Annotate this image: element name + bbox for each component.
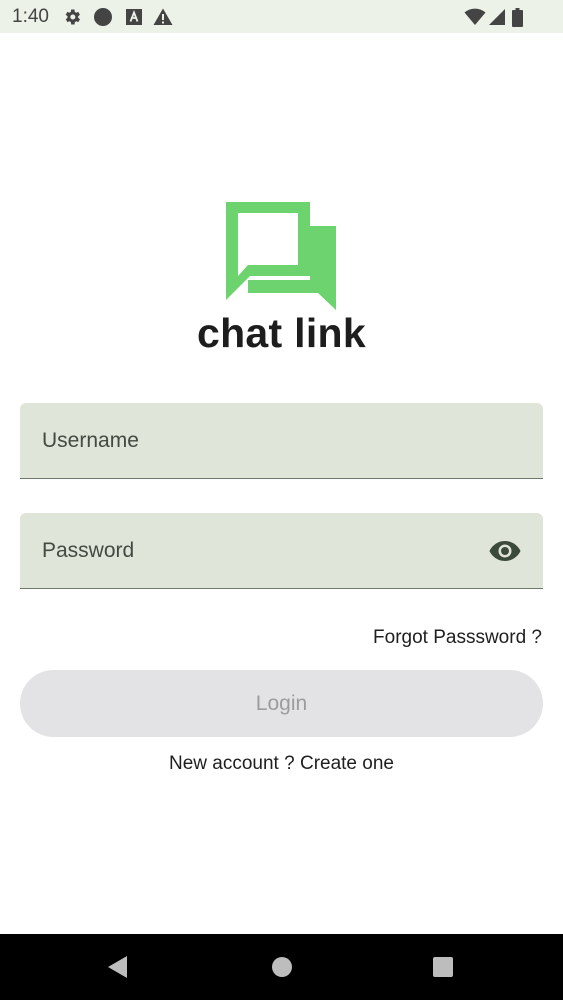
status-time: 1:40 — [12, 6, 49, 27]
battery-icon — [510, 7, 524, 27]
font-a-icon — [124, 7, 144, 27]
signup-prefix: New account ? — [169, 753, 300, 774]
warning-icon — [153, 7, 173, 27]
home-icon[interactable] — [269, 954, 295, 980]
eye-icon[interactable] — [489, 539, 521, 563]
login-screen: 1:40 chat link Username Forgot Passsword… — [0, 0, 563, 1000]
app-title: chat link — [196, 310, 367, 356]
username-field[interactable] — [20, 403, 543, 479]
create-account-link[interactable]: Create one — [300, 753, 394, 774]
login-button[interactable]: Login — [20, 670, 543, 737]
signal-icon — [487, 7, 507, 27]
navigation-bar — [0, 934, 563, 1000]
forgot-password-link[interactable]: Forgot Passsword ? — [373, 627, 542, 649]
signup-line: New account ? Create one — [0, 753, 563, 775]
recents-icon[interactable] — [430, 954, 456, 980]
settings-gear-icon — [62, 7, 82, 27]
back-icon[interactable] — [105, 954, 131, 980]
password-field[interactable] — [20, 513, 543, 589]
chat-logo-icon — [226, 202, 336, 310]
circle-icon — [93, 7, 113, 27]
status-bar: 1:40 — [0, 0, 563, 33]
username-input[interactable] — [20, 403, 543, 478]
password-input[interactable] — [20, 513, 543, 588]
wifi-icon — [463, 7, 487, 27]
